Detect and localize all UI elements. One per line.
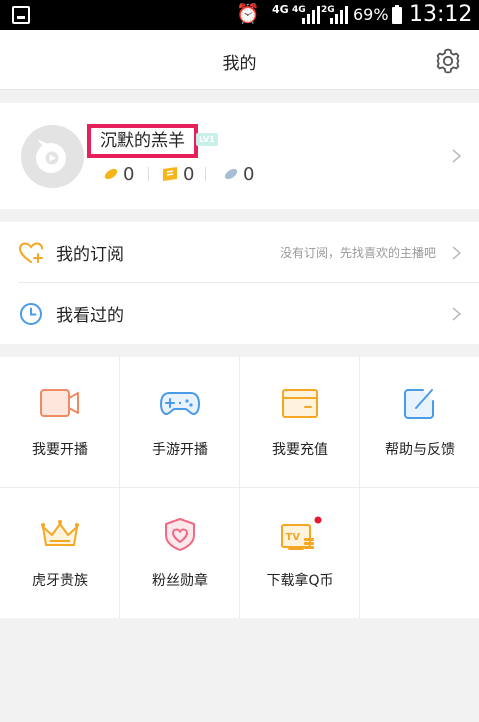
- help-feedback-label: 帮助与反馈: [385, 442, 455, 458]
- stat-beans-value: 0: [123, 163, 135, 185]
- gamepad-icon: [160, 392, 200, 415]
- mobile-game-live-label: 手游开播: [152, 442, 208, 458]
- video-camera-icon: [40, 389, 79, 417]
- screenshot-icon: [12, 6, 30, 24]
- profile-card[interactable]: 沉默的羔羊 LV1 0 0 0: [0, 103, 479, 209]
- settings-button[interactable]: [433, 46, 463, 76]
- edit-icon: [404, 389, 434, 419]
- alarm-icon: ⏰: [236, 3, 260, 25]
- go-live-label: 我要开播: [32, 442, 88, 458]
- page-title: 我的: [222, 54, 257, 74]
- download-qcoin-button[interactable]: TV 下载拿Q币: [240, 488, 360, 618]
- signal-icon: [300, 6, 320, 24]
- default-avatar-icon: [21, 125, 84, 188]
- battery-percent: 69%: [353, 5, 389, 24]
- clock-icon: [20, 303, 42, 325]
- wallet-icon: [282, 389, 318, 418]
- bean-icon: [104, 168, 118, 180]
- noble-label: 虎牙贵族: [32, 573, 88, 589]
- subscriptions-label: 我的订阅: [56, 245, 124, 265]
- noble-button[interactable]: 虎牙贵族: [0, 488, 120, 618]
- network-4g-label: 4G: [272, 3, 289, 16]
- menu-list: 我的订阅 没有订阅，先找喜欢的主播吧 我看过的: [0, 222, 479, 344]
- clock: 13:12: [409, 2, 473, 27]
- gear-icon: [436, 48, 460, 74]
- recharge-button[interactable]: 我要充值: [240, 357, 360, 487]
- subscriptions-row[interactable]: 我的订阅 没有订阅，先找喜欢的主播吧: [0, 222, 479, 283]
- avatar[interactable]: [21, 125, 84, 188]
- stat-coupons: 0: [161, 163, 194, 185]
- mobile-game-live-button[interactable]: 手游开播: [120, 357, 240, 487]
- username: 沉默的羔羊: [87, 124, 198, 158]
- subscriptions-hint: 没有订阅，先找喜欢的主播吧: [279, 246, 436, 260]
- fan-badge-label: 粉丝勋章: [152, 573, 208, 589]
- tv-download-icon: TV: [281, 516, 322, 550]
- stat-divider: [148, 167, 149, 181]
- header: 我的: [0, 30, 479, 90]
- stat-divider: [205, 167, 206, 181]
- coupon-icon: [163, 167, 177, 181]
- chevron-right-icon: [452, 246, 462, 260]
- feature-grid: 我要开播 手游开播 我要充值 帮助与反馈 虎牙贵族 粉丝勋章 TV 下载拿Q币: [0, 357, 479, 618]
- fan-badge-button[interactable]: 粉丝勋章: [120, 488, 240, 618]
- recharge-label: 我要充值: [272, 442, 328, 458]
- heart-shield-icon: [165, 518, 195, 551]
- level-badge: LV1: [196, 133, 218, 146]
- heart-plus-icon: [18, 242, 43, 263]
- battery-icon: [392, 5, 402, 24]
- chevron-right-icon: [452, 307, 462, 321]
- svg-text:TV: TV: [286, 532, 301, 543]
- crown-icon: [41, 520, 79, 546]
- stat-coupons-value: 0: [183, 163, 195, 185]
- notification-dot: [314, 516, 322, 524]
- chevron-right-icon: [452, 149, 462, 163]
- go-live-button[interactable]: 我要开播: [0, 357, 120, 487]
- help-feedback-button[interactable]: 帮助与反馈: [360, 357, 479, 487]
- status-bar: ⏰ 4G 4G 2G 69% 13:12: [0, 0, 479, 30]
- silver-bean-icon: [224, 168, 238, 180]
- history-row[interactable]: 我看过的: [0, 283, 479, 344]
- history-label: 我看过的: [56, 306, 124, 326]
- stat-beans: 0: [103, 163, 134, 185]
- download-qcoin-label: 下载拿Q币: [266, 573, 334, 589]
- stat-silver-beans: 0: [223, 163, 254, 185]
- signal-2-icon: [328, 6, 348, 24]
- stat-silver-beans-value: 0: [243, 163, 255, 185]
